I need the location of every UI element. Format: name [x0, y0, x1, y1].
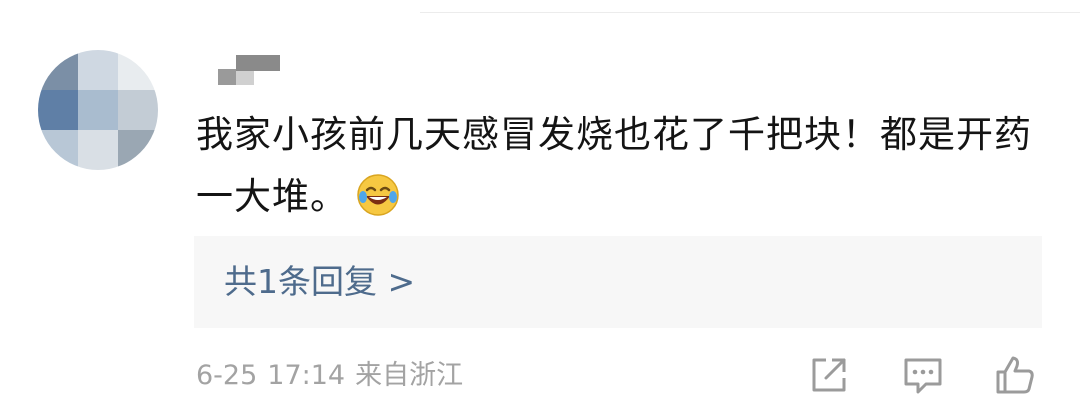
comment-date: 6-25 — [196, 360, 258, 391]
comment-icon[interactable] — [900, 352, 946, 398]
comment-time: 17:14 — [267, 360, 346, 391]
username[interactable] — [218, 55, 280, 85]
thumbs-up-icon[interactable] — [992, 352, 1038, 398]
avatar[interactable] — [38, 50, 158, 170]
reply-box[interactable]: 共1条回复 > — [194, 236, 1042, 328]
comment-text: 我家小孩前几天感冒发烧也花了千把块！都是开药一大堆。 — [196, 104, 1056, 228]
comment-meta: 6-25 17:14 来自浙江 — [196, 356, 473, 396]
share-icon[interactable] — [806, 352, 852, 398]
laughing-crying-emoji-icon — [357, 174, 399, 216]
comment-body: 我家小孩前几天感冒发烧也花了千把块！都是开药一大堆。 — [196, 113, 1032, 218]
comment-location: 来自浙江 — [355, 360, 464, 391]
view-replies-link[interactable]: 共1条回复 > — [224, 260, 415, 304]
divider — [420, 12, 1080, 13]
